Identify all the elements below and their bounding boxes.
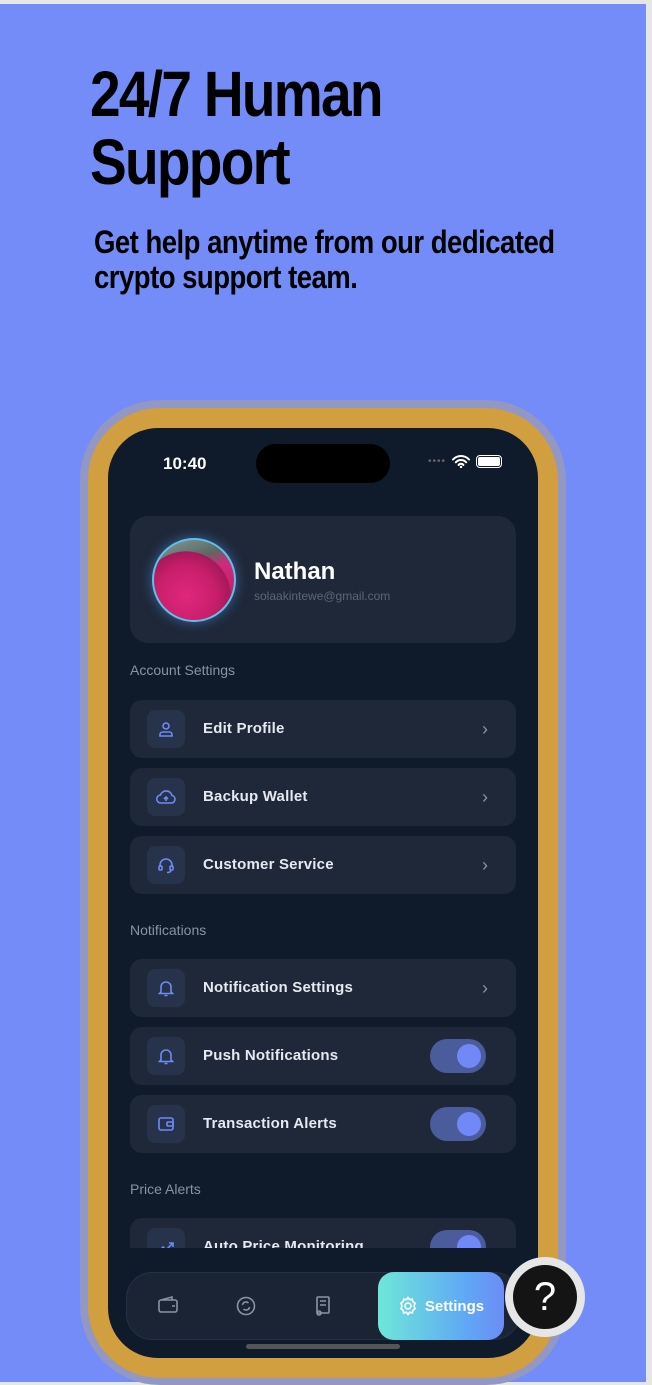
user-icon [147, 710, 185, 748]
question-icon: ? [513, 1265, 577, 1329]
row-label: Customer Service [203, 856, 334, 873]
nav-wallet-icon[interactable] [157, 1295, 179, 1315]
hero-title: 24/7 Human Support [90, 58, 383, 198]
section-price-alerts: Price Alerts [130, 1181, 201, 1197]
row-label: Push Notifications [203, 1047, 339, 1064]
avatar[interactable] [152, 538, 236, 622]
nav-settings-tab[interactable]: Settings [378, 1272, 504, 1340]
row-label: Backup Wallet [203, 788, 308, 805]
row-transaction-alerts: Transaction Alerts [130, 1095, 516, 1153]
section-notifications: Notifications [130, 922, 207, 938]
bell-icon [147, 969, 185, 1007]
chevron-right-icon: › [482, 855, 488, 875]
chevron-right-icon: › [482, 719, 488, 739]
help-button[interactable]: ? [505, 1257, 585, 1337]
nav-swap-icon[interactable] [235, 1295, 257, 1317]
section-account-settings: Account Settings [130, 662, 236, 678]
row-notification-settings[interactable]: Notification Settings › [130, 959, 516, 1017]
push-notifications-toggle[interactable] [430, 1039, 486, 1073]
headset-icon [147, 846, 185, 884]
signal-icon: •••• [427, 456, 446, 467]
row-label: Notification Settings [203, 979, 354, 996]
auto-price-toggle[interactable] [430, 1230, 486, 1248]
chevron-right-icon: › [482, 978, 488, 998]
row-label: Edit Profile [203, 720, 285, 737]
row-auto-price-monitoring: Auto Price Monitoring [130, 1218, 516, 1248]
transaction-alerts-toggle[interactable] [430, 1107, 486, 1141]
bell-icon [147, 1037, 185, 1075]
row-label: Auto Price Monitoring [203, 1238, 364, 1248]
row-label: Transaction Alerts [203, 1115, 337, 1132]
status-icons: •••• [428, 455, 502, 468]
cloud-upload-icon [147, 778, 185, 816]
wifi-icon [452, 455, 470, 468]
status-time: 10:40 [163, 454, 207, 473]
wallet-icon [147, 1105, 185, 1143]
row-customer-service[interactable]: Customer Service › [130, 836, 516, 894]
nav-settings-label: Settings [424, 1297, 485, 1315]
profile-card[interactable]: Nathan solaakintewe@gmail.com [130, 516, 516, 643]
trending-up-icon [147, 1228, 185, 1248]
battery-icon [476, 455, 502, 468]
home-indicator [246, 1344, 400, 1349]
row-push-notifications: Push Notifications [130, 1027, 516, 1085]
dynamic-island [256, 444, 390, 483]
row-edit-profile[interactable]: Edit Profile › [130, 700, 516, 758]
row-backup-wallet[interactable]: Backup Wallet › [130, 768, 516, 826]
scroll-clip: Auto Price Monitoring [108, 1218, 538, 1248]
chevron-right-icon: › [482, 787, 488, 807]
profile-email: solaakintewe@gmail.com [254, 589, 391, 603]
profile-name: Nathan [254, 558, 336, 585]
settings-icon [399, 1296, 417, 1316]
hero-subtitle: Get help anytime from our dedicated cryp… [94, 224, 555, 295]
nav-receipt-icon[interactable] [313, 1295, 333, 1317]
phone-screen: 10:40 •••• Nathan solaakintewe@gmail.com… [108, 428, 538, 1358]
